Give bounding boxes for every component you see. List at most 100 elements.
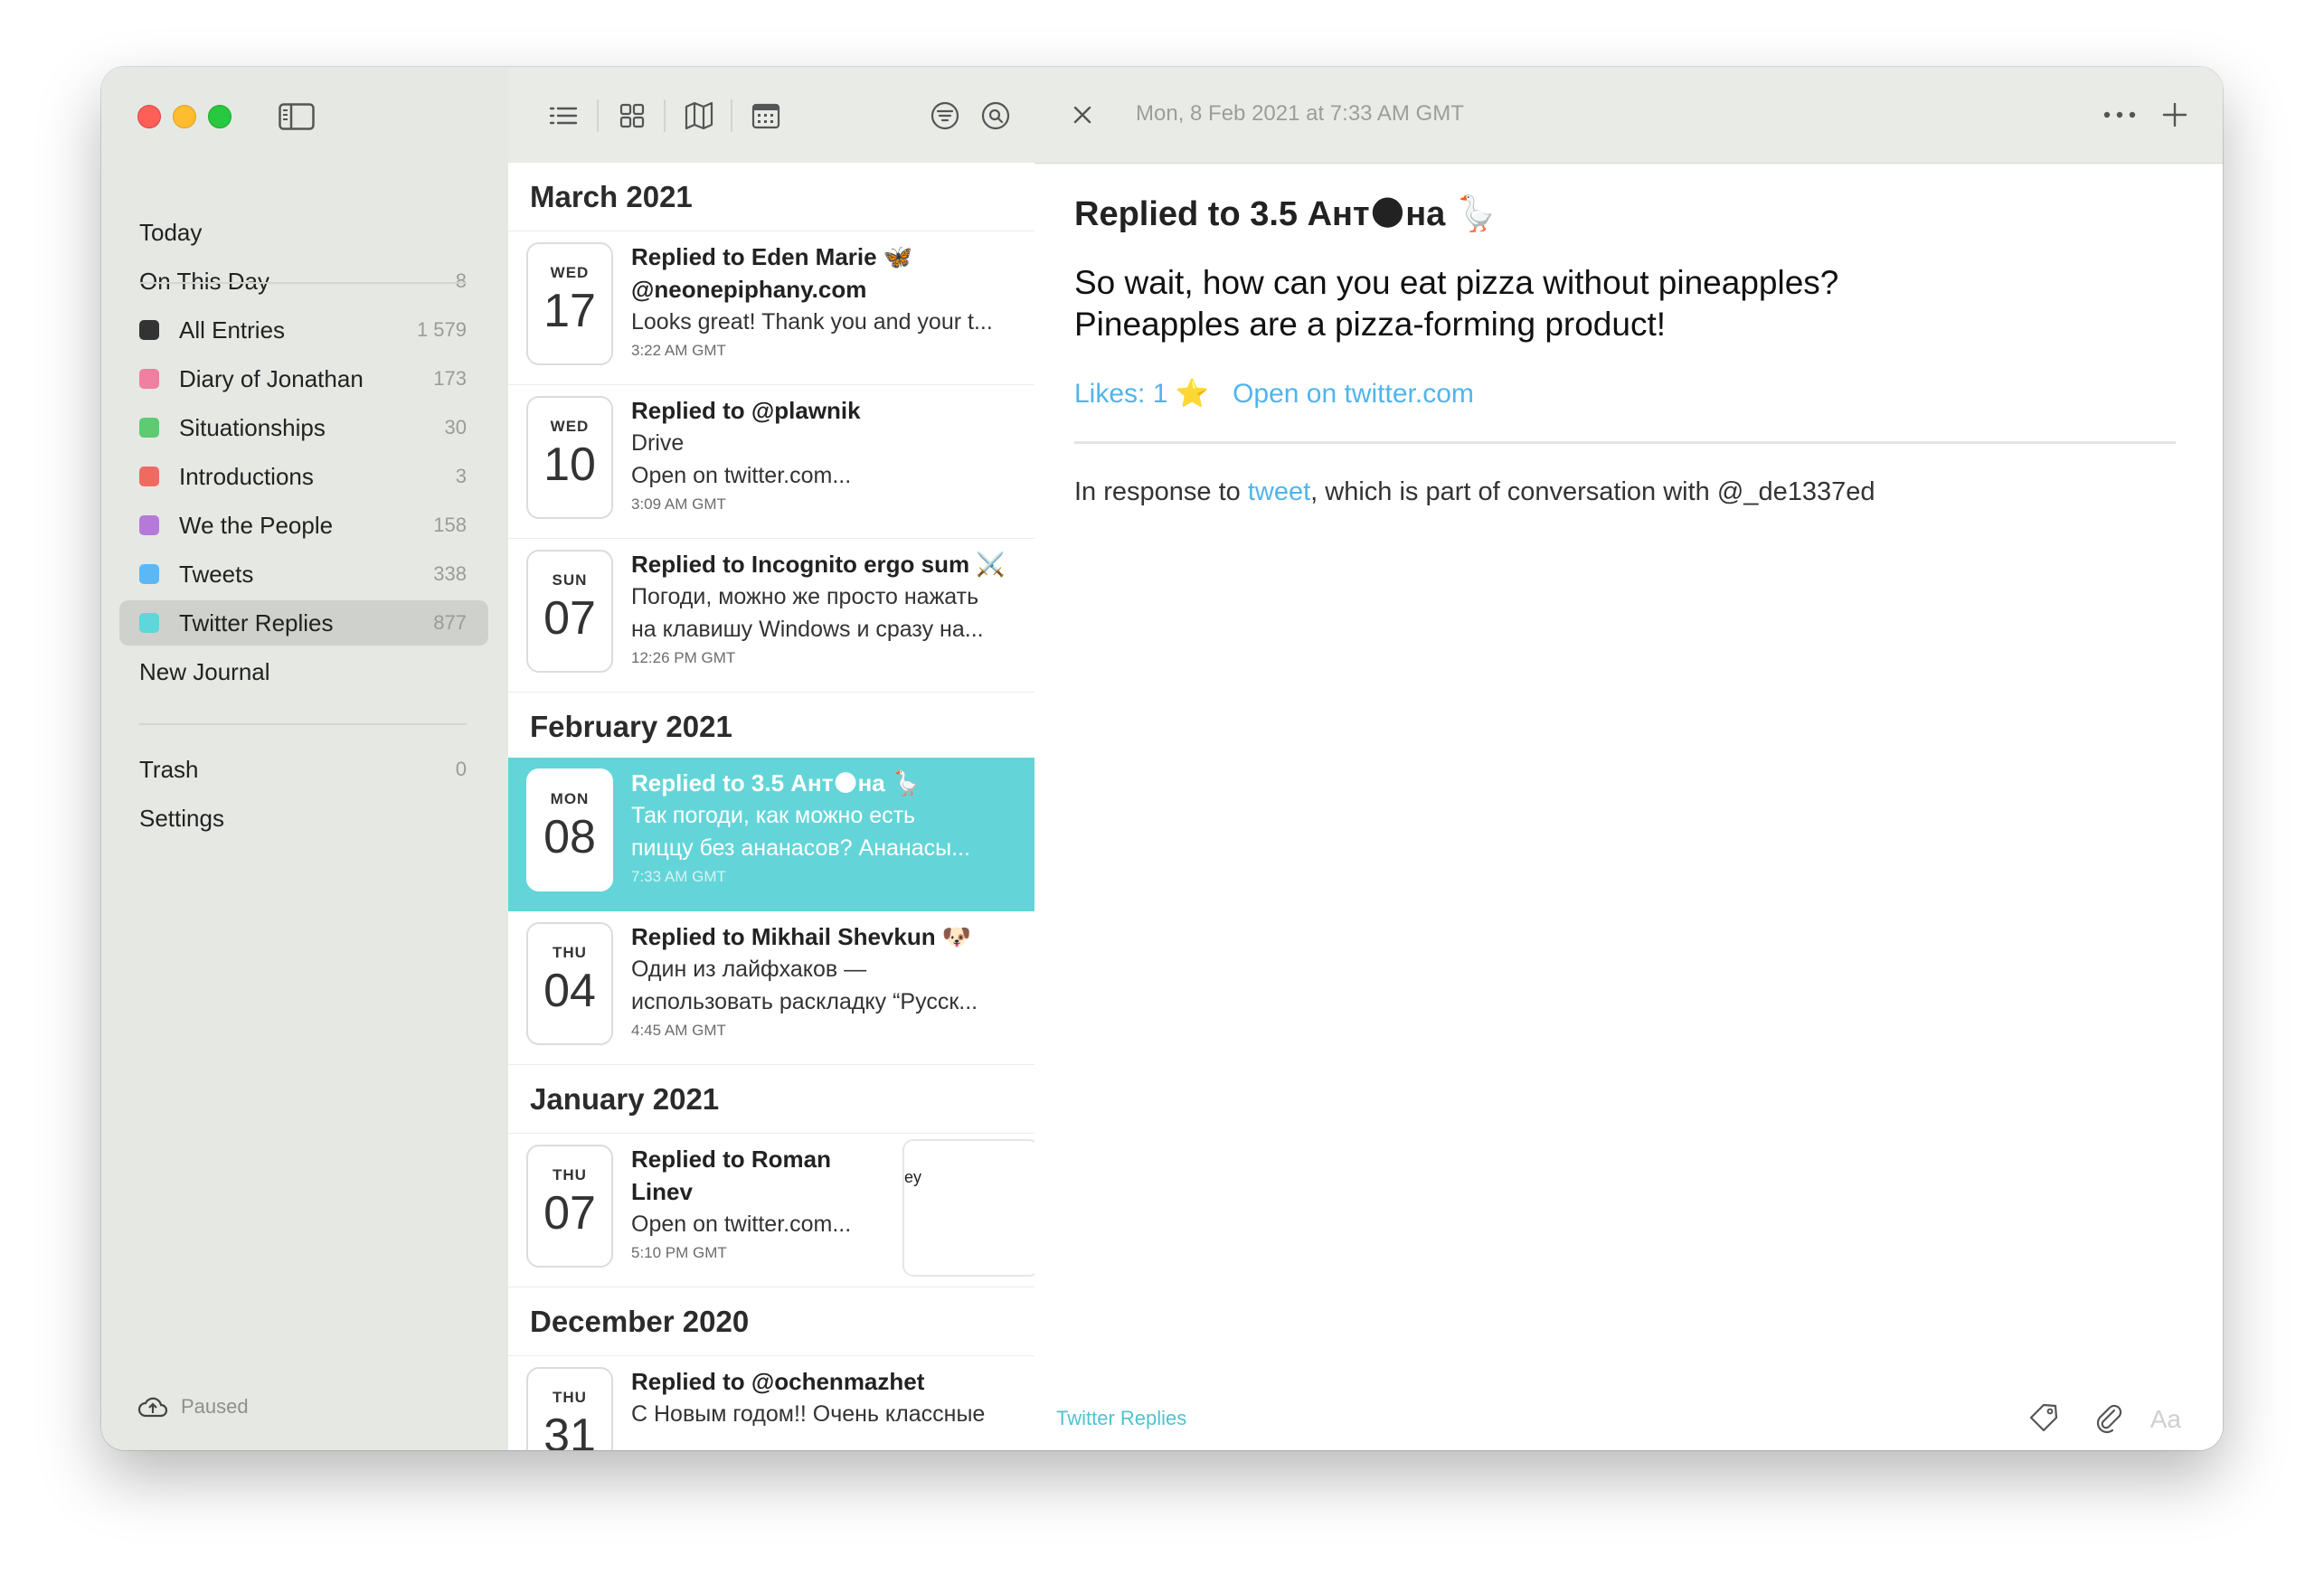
entry-preview: Погоди, можно же просто нажать — [631, 584, 979, 609]
entry-day: 07 — [543, 1187, 596, 1240]
open-on-twitter-link[interactable]: Open on twitter.com — [1233, 379, 1474, 409]
sidebar-item-label: New Journal — [139, 657, 270, 685]
entry-title[interactable]: Replied to 3.5 Ант🌑на 🪿 — [1074, 193, 1497, 234]
calendar-view-icon[interactable] — [749, 99, 783, 133]
sidebar-item-all-entries[interactable]: All Entries 1 579 — [119, 307, 488, 353]
sidebar-item-label: Trash — [139, 755, 199, 783]
entry-date-badge: THU 04 — [526, 922, 613, 1045]
thumbnail-text: ley — [902, 1168, 922, 1186]
entry-title: Replied to Roman — [631, 1146, 832, 1173]
entry-summary: Replied to Roman Linev Open on twitter.c… — [631, 1143, 875, 1264]
entry-row[interactable]: WED 17 Replied to Eden Marie 🦋 @neonepip… — [508, 231, 1034, 385]
sidebar-item-count: 173 — [433, 367, 467, 390]
journal-color-swatch — [139, 320, 159, 340]
toolbar-divider — [664, 99, 666, 132]
sidebar-item-count: 3 — [455, 465, 467, 487]
filter-icon[interactable] — [928, 99, 962, 133]
entry-title: Replied to 3.5 Ант🌑на 🪿 — [631, 769, 921, 797]
grid-view-icon[interactable] — [615, 99, 649, 133]
sync-status[interactable]: Paused — [137, 1394, 249, 1419]
entry-day: 08 — [543, 811, 596, 863]
sidebar-item-settings[interactable]: Settings — [119, 796, 488, 841]
entry-date-badge: THU 31 — [526, 1367, 613, 1450]
sidebar-item-count: 338 — [433, 562, 467, 585]
sidebar-divider — [139, 723, 467, 725]
sidebar-item-label: We the People — [179, 511, 334, 539]
entry-title: Replied to @ochenmazhet — [631, 1368, 925, 1395]
sidebar-item-trash[interactable]: Trash 0 — [119, 747, 488, 792]
close-window-button[interactable] — [137, 105, 161, 128]
text-format-button[interactable]: Aa — [2150, 1405, 2181, 1434]
entry-weekday: WED — [550, 264, 590, 281]
entry-title-continued: @neonepiphany.com — [631, 276, 867, 303]
entry-summary: Replied to @ochenmazhet С Новым годом!! … — [631, 1365, 1029, 1430]
entry-meta-links: Likes: 1 ⭐️ Open on twitter.com — [1074, 378, 1474, 410]
sidebar-item-situationships[interactable]: Situationships 30 — [119, 405, 488, 450]
tweet-link[interactable]: tweet — [1248, 477, 1310, 506]
sidebar-item-count: 0 — [455, 758, 467, 780]
journal-color-swatch — [139, 515, 159, 535]
close-icon[interactable] — [1071, 103, 1094, 127]
tag-icon[interactable] — [2026, 1400, 2062, 1436]
journal-color-swatch — [139, 613, 159, 633]
month-header: February 2021 — [508, 693, 1034, 761]
entry-date-header[interactable]: Mon, 8 Feb 2021 at 7:33 AM GMT — [1136, 101, 1464, 127]
entry-row[interactable]: WED 10 Replied to @plawnik Drive Open on… — [508, 385, 1034, 539]
sidebar-item-introductions[interactable]: Introductions 3 — [119, 454, 488, 499]
entry-time: 3:22 AM GMT — [631, 342, 726, 359]
entry-weekday: THU — [553, 1389, 587, 1406]
entry-date-badge: THU 07 — [526, 1145, 613, 1268]
new-journal-button[interactable]: New Journal — [119, 649, 488, 694]
response-suffix: , which is part of conversation with @_d… — [1310, 477, 1875, 506]
entry-preview: Open on twitter.com... — [631, 1212, 852, 1237]
sidebar-item-twitter-replies[interactable]: Twitter Replies 877 — [119, 600, 488, 646]
entry-title: Replied to Incognito ergo sum ⚔️ — [631, 551, 1006, 578]
add-entry-icon[interactable] — [2161, 101, 2188, 128]
entry-summary: Replied to 3.5 Ант🌑на 🪿 Так погоди, как … — [631, 767, 1029, 888]
entry-row-selected[interactable]: MON 08 Replied to 3.5 Ант🌑на 🪿 Так погод… — [508, 758, 1034, 911]
entry-row[interactable]: THU 31 Replied to @ochenmazhet С Новым г… — [508, 1356, 1034, 1450]
sidebar-item-we-the-people[interactable]: We the People 158 — [119, 503, 488, 548]
entry-summary: Replied to Eden Marie 🦋 @neonepiphany.co… — [631, 240, 1029, 362]
sidebar-item-today[interactable]: Today — [119, 210, 488, 255]
attachment-icon[interactable] — [2091, 1400, 2127, 1436]
response-info: In response to tweet, which is part of c… — [1074, 477, 1875, 507]
list-view-icon[interactable] — [546, 99, 581, 133]
map-view-icon[interactable] — [682, 99, 716, 133]
entry-preview: Looks great! Thank you and your t... — [631, 309, 993, 335]
month-header: March 2021 — [508, 163, 1034, 231]
app-window: Today On This Day 8 All Entries 1 579 Di… — [101, 67, 2223, 1450]
entry-preview: С Новым годом!! Очень классные — [631, 1401, 986, 1427]
sidebar-toggle-icon[interactable] — [279, 103, 315, 130]
entry-row[interactable]: THU 04 Replied to Mikhail Shevkun 🐶 Один… — [508, 911, 1034, 1065]
likes-link[interactable]: Likes: 1 ⭐️ — [1074, 379, 1209, 409]
sidebar-item-tweets[interactable]: Tweets 338 — [119, 552, 488, 597]
detail-toolbar: Mon, 8 Feb 2021 at 7:33 AM GMT — [1034, 67, 2223, 164]
entry-date-badge: WED 10 — [526, 396, 613, 519]
more-options-icon[interactable] — [2102, 108, 2138, 122]
sidebar-item-on-this-day[interactable]: On This Day 8 — [119, 259, 488, 304]
entry-weekday: MON — [550, 790, 590, 807]
entry-time: 3:09 AM GMT — [631, 495, 726, 513]
minimize-window-button[interactable] — [173, 105, 196, 128]
sidebar-item-diary-of-jonathan[interactable]: Diary of Jonathan 173 — [119, 356, 488, 401]
entry-weekday: THU — [553, 1166, 587, 1183]
entry-row[interactable]: THU 07 Replied to Roman Linev Open on tw… — [508, 1134, 1034, 1287]
entry-row[interactable]: SUN 07 Replied to Incognito ergo sum ⚔️ … — [508, 539, 1034, 693]
search-icon[interactable] — [978, 99, 1013, 133]
horizontal-rule — [1074, 441, 2176, 444]
journal-selector[interactable]: Twitter Replies — [1056, 1407, 1186, 1430]
entry-preview: Так погоди, как можно есть — [631, 803, 916, 828]
entry-preview: на клавишу Windows и сразу на... — [631, 617, 984, 642]
entry-summary: Replied to Incognito ergo sum ⚔️ Погоди,… — [631, 548, 1029, 669]
list-toolbar — [508, 67, 1034, 164]
entry-title: Replied to Mikhail Shevkun 🐶 — [631, 923, 972, 950]
zoom-window-button[interactable] — [208, 105, 231, 128]
cloud-sync-icon — [137, 1397, 168, 1418]
month-header: January 2021 — [508, 1065, 1034, 1134]
entry-body[interactable]: So wait, how can you eat pizza without p… — [1074, 262, 1838, 345]
entry-time: 5:10 PM GMT — [631, 1244, 727, 1261]
sidebar-item-label: Tweets — [179, 560, 254, 588]
entry-time: 7:33 AM GMT — [631, 868, 726, 885]
entry-time: 4:45 AM GMT — [631, 1022, 726, 1039]
